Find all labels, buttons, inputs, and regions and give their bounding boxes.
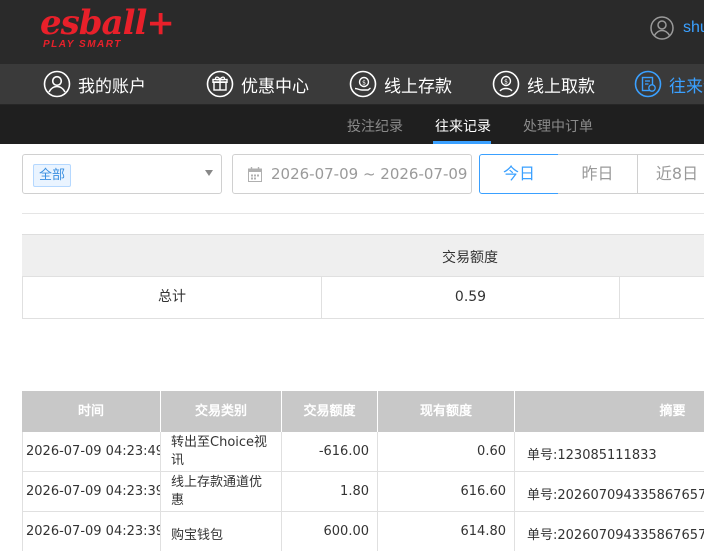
col-type: 交易类别 xyxy=(161,391,282,432)
tab-transaction-records[interactable]: 往来记录 xyxy=(435,116,491,136)
cell-memo: 单号:202607094335867657 xyxy=(527,488,704,503)
today-button[interactable]: 今日 xyxy=(479,154,559,194)
tab-pending-orders[interactable]: 处理中订单 xyxy=(523,116,593,136)
summary-total-value: 0.59 xyxy=(454,289,487,305)
cell-amount: 1.80 xyxy=(282,472,378,512)
cell-time: 2026-07-09 04:23:39 xyxy=(23,512,161,551)
gift-icon xyxy=(206,70,234,98)
table-row: 2026-07-09 04:23:39 购宝钱包 600.00 614.80 单… xyxy=(22,512,704,551)
cell-amount: 600.00 xyxy=(282,512,378,551)
summary-header-label: 交易额度 xyxy=(442,250,498,266)
date-range-picker[interactable]: 2026-07-09 ~ 2026-07-09 xyxy=(232,154,472,194)
nav-label: 往来记 xyxy=(669,76,704,97)
cell-memo: 单号:202607094335867657 xyxy=(527,528,704,543)
records-icon xyxy=(634,70,662,98)
chevron-down-icon xyxy=(205,170,213,176)
nav-online-withdraw[interactable]: $ 线上取款 xyxy=(492,69,595,99)
cell-balance: 0.60 xyxy=(378,432,515,472)
summary-header: 交易额度 xyxy=(22,234,704,276)
tab-bet-records[interactable]: 投注纪录 xyxy=(347,116,403,136)
yesterday-button[interactable]: 昨日 xyxy=(558,154,638,194)
transaction-type-select[interactable]: 全部 xyxy=(22,154,222,194)
active-tab-indicator xyxy=(433,141,491,144)
nav-label: 我的账户 xyxy=(78,76,146,97)
summary-total-label: 总计 xyxy=(158,289,186,305)
cell-type: 购宝钱包 xyxy=(161,512,282,551)
nav-transaction-records[interactable]: 往来记 xyxy=(634,69,704,99)
nav-my-account[interactable]: 我的账户 xyxy=(43,69,146,99)
summary-separator xyxy=(619,277,620,318)
col-time: 时间 xyxy=(22,391,161,432)
nav-online-deposit[interactable]: $ 线上存款 xyxy=(349,69,452,99)
nav-label: 线上取款 xyxy=(527,76,595,97)
calendar-icon xyxy=(248,167,262,182)
cell-type: 转出至Choice视讯 xyxy=(161,432,282,472)
svg-text:$: $ xyxy=(504,79,508,86)
top-header: esball+ PLAY SMART shu xyxy=(0,0,704,64)
cell-time: 2026-07-09 04:23:39 xyxy=(23,472,161,512)
col-balance: 现有额度 xyxy=(378,391,515,432)
col-memo: 摘要 xyxy=(659,404,686,419)
table-header: 时间 交易类别 交易额度 现有额度 摘要 xyxy=(22,391,704,432)
section-divider xyxy=(22,213,704,214)
username: shu xyxy=(683,19,704,36)
brand-name: esball+ xyxy=(40,3,175,43)
cell-amount: -616.00 xyxy=(282,432,378,472)
col-amount: 交易额度 xyxy=(282,391,378,432)
user-menu[interactable]: shu xyxy=(650,14,704,42)
svg-text:$: $ xyxy=(362,80,366,87)
deposit-icon: $ xyxy=(349,70,377,98)
user-avatar-icon xyxy=(650,16,674,40)
cell-balance: 616.60 xyxy=(378,472,515,512)
user-icon xyxy=(43,70,71,98)
cell-balance: 614.80 xyxy=(378,512,515,551)
selected-type-tag[interactable]: 全部 xyxy=(33,164,72,187)
cell-type: 线上存款通道优惠 xyxy=(161,472,282,512)
summary-total-row: 总计 0.59 xyxy=(22,276,704,319)
sub-nav: 投注纪录 往来记录 处理中订单 xyxy=(0,105,704,144)
withdraw-icon: $ xyxy=(492,70,520,98)
cell-memo: 单号:123085111833 xyxy=(527,448,657,463)
table-row: 2026-07-09 04:23:49 转出至Choice视讯 -616.00 … xyxy=(22,432,704,472)
main-nav: 我的账户 优惠中心 $ 线上存款 $ 线上取款 往来 xyxy=(0,64,704,105)
nav-label: 优惠中心 xyxy=(241,76,309,97)
brand-logo[interactable]: esball+ PLAY SMART xyxy=(40,4,175,52)
last-8-days-button[interactable]: 近8日 xyxy=(637,154,704,194)
date-range-text: 2026-07-09 ~ 2026-07-09 xyxy=(271,165,468,183)
brand-tagline: PLAY SMART xyxy=(43,39,122,50)
table-row: 2026-07-09 04:23:39 线上存款通道优惠 1.80 616.60… xyxy=(22,472,704,512)
nav-promotions[interactable]: 优惠中心 xyxy=(206,69,309,99)
nav-label: 线上存款 xyxy=(384,76,452,97)
cell-time: 2026-07-09 04:23:49 xyxy=(23,432,161,472)
